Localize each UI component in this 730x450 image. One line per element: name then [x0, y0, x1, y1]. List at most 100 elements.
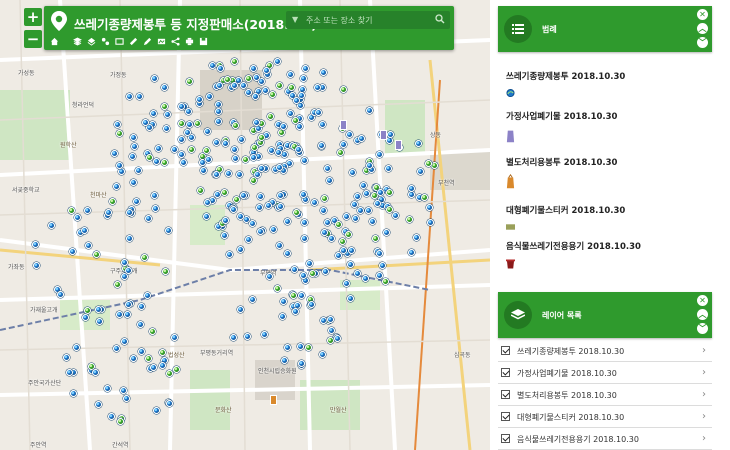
store-marker-icon[interactable]: [117, 418, 125, 426]
layer-checkbox[interactable]: [501, 390, 510, 399]
store-marker-icon[interactable]: [230, 57, 238, 65]
store-marker-icon[interactable]: [356, 206, 364, 214]
store-marker-icon[interactable]: [407, 184, 415, 192]
store-marker-icon[interactable]: [279, 122, 287, 130]
store-marker-icon[interactable]: [251, 144, 259, 152]
measure-area-icon[interactable]: [113, 35, 126, 48]
store-marker-icon[interactable]: [334, 252, 342, 259]
store-marker-icon[interactable]: [258, 134, 266, 142]
store-marker-icon[interactable]: [297, 342, 305, 350]
store-marker-icon[interactable]: [140, 254, 148, 262]
store-marker-icon[interactable]: [84, 207, 92, 215]
store-marker-icon[interactable]: [324, 219, 331, 227]
store-marker-icon[interactable]: [249, 295, 257, 303]
store-marker-icon[interactable]: [166, 400, 174, 408]
store-marker-icon[interactable]: [289, 292, 297, 300]
store-marker-icon[interactable]: [270, 225, 278, 233]
store-marker-icon[interactable]: [366, 107, 374, 115]
store-marker-icon[interactable]: [120, 387, 127, 394]
chevron-down-icon[interactable]: ﹀: [697, 37, 708, 48]
store-marker-icon[interactable]: [327, 234, 335, 242]
store-marker-icon[interactable]: [391, 212, 399, 220]
store-marker-icon[interactable]: [130, 133, 138, 141]
store-marker-icon[interactable]: [346, 295, 354, 302]
store-marker-icon[interactable]: [230, 146, 238, 154]
store-marker-icon[interactable]: [350, 201, 358, 209]
store-marker-icon[interactable]: [82, 313, 90, 321]
store-marker-icon[interactable]: [206, 92, 213, 100]
store-marker-icon[interactable]: [194, 119, 202, 127]
store-marker-icon[interactable]: [136, 92, 144, 100]
store-marker-icon[interactable]: [231, 154, 239, 162]
store-marker-icon[interactable]: [202, 146, 210, 154]
store-marker-icon[interactable]: [326, 337, 334, 345]
store-marker-icon[interactable]: [321, 268, 329, 276]
store-marker-icon[interactable]: [300, 219, 308, 227]
store-marker-icon[interactable]: [382, 277, 390, 285]
ruler-icon[interactable]: [127, 35, 140, 48]
store-marker-icon[interactable]: [274, 284, 282, 292]
chevron-down-icon[interactable]: ﹀: [697, 323, 708, 334]
store-marker-icon[interactable]: [327, 316, 335, 324]
store-marker-icon[interactable]: [277, 203, 284, 211]
store-marker-icon[interactable]: [279, 313, 287, 321]
store-marker-icon[interactable]: [426, 219, 434, 227]
store-marker-icon[interactable]: [407, 248, 415, 256]
store-marker-icon[interactable]: [113, 344, 121, 352]
store-marker-icon[interactable]: [150, 191, 158, 199]
store-marker-icon[interactable]: [362, 274, 370, 282]
bag-marker-icon[interactable]: [340, 120, 347, 130]
store-marker-icon[interactable]: [250, 177, 258, 185]
search-icon[interactable]: [435, 14, 445, 24]
store-marker-icon[interactable]: [431, 162, 439, 170]
layer-row[interactable]: 별도처리용봉투 2018.10.30 ›: [498, 384, 712, 406]
store-marker-icon[interactable]: [339, 238, 347, 246]
search-input[interactable]: [306, 13, 426, 27]
store-marker-icon[interactable]: [161, 158, 169, 166]
layer-row[interactable]: 가정사업폐기물 2018.10.30 ›: [498, 362, 712, 384]
store-marker-icon[interactable]: [164, 226, 172, 234]
store-marker-icon[interactable]: [314, 108, 322, 116]
store-marker-icon[interactable]: [257, 227, 265, 235]
store-marker-icon[interactable]: [319, 316, 327, 324]
store-marker-icon[interactable]: [256, 204, 263, 212]
store-marker-icon[interactable]: [346, 130, 354, 138]
store-marker-icon[interactable]: [261, 86, 269, 94]
store-marker-icon[interactable]: [294, 145, 302, 153]
store-marker-icon[interactable]: [80, 227, 88, 235]
layer-row[interactable]: 쓰레기종량제봉투 2018.10.30 ›: [498, 340, 712, 362]
store-marker-icon[interactable]: [136, 321, 144, 329]
store-marker-icon[interactable]: [266, 112, 274, 120]
store-marker-icon[interactable]: [126, 235, 133, 243]
store-marker-icon[interactable]: [276, 163, 283, 171]
layers-alt-icon[interactable]: [85, 35, 98, 48]
print-icon[interactable]: [183, 35, 196, 48]
store-marker-icon[interactable]: [120, 259, 128, 267]
store-marker-icon[interactable]: [132, 198, 140, 206]
store-marker-icon[interactable]: [358, 134, 366, 142]
store-marker-icon[interactable]: [121, 273, 129, 281]
store-marker-icon[interactable]: [260, 331, 268, 339]
store-marker-icon[interactable]: [245, 88, 253, 96]
store-marker-icon[interactable]: [284, 249, 291, 257]
store-marker-icon[interactable]: [245, 74, 253, 82]
store-marker-icon[interactable]: [220, 232, 228, 240]
store-marker-icon[interactable]: [161, 103, 168, 111]
store-marker-icon[interactable]: [68, 247, 76, 255]
store-marker-icon[interactable]: [152, 204, 160, 212]
store-marker-icon[interactable]: [376, 271, 384, 279]
store-marker-icon[interactable]: [305, 344, 313, 352]
store-marker-icon[interactable]: [292, 208, 300, 216]
store-marker-icon[interactable]: [276, 81, 284, 89]
store-marker-icon[interactable]: [226, 251, 234, 259]
store-marker-icon[interactable]: [116, 311, 124, 319]
chevron-up-icon[interactable]: ︿: [697, 309, 708, 320]
store-marker-icon[interactable]: [284, 217, 292, 225]
store-marker-icon[interactable]: [257, 164, 265, 172]
store-marker-icon[interactable]: [74, 213, 82, 221]
store-marker-icon[interactable]: [215, 118, 223, 125]
store-marker-icon[interactable]: [83, 306, 91, 314]
store-marker-icon[interactable]: [425, 204, 433, 212]
store-marker-icon[interactable]: [214, 107, 222, 115]
store-marker-icon[interactable]: [336, 149, 344, 157]
